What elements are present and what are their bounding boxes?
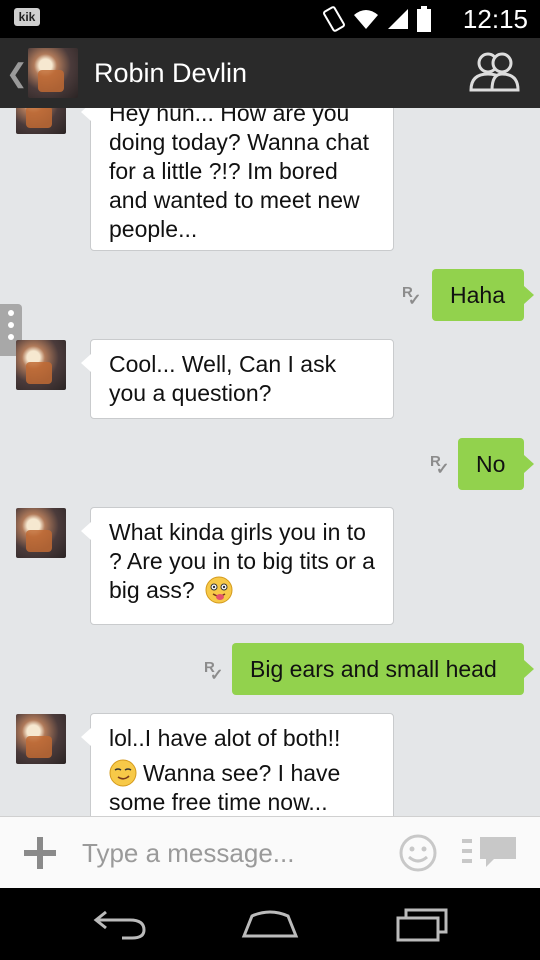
add-attachment-icon[interactable] [22, 835, 58, 871]
message-text: No [476, 451, 506, 477]
contact-avatar[interactable] [16, 714, 66, 764]
smiley-bubbles-icon[interactable] [460, 835, 518, 871]
incoming-message[interactable]: Cool... Well, Can I ask you a question? [81, 339, 394, 419]
contact-name[interactable]: Robin Devlin [94, 58, 247, 89]
smiley-icon[interactable] [398, 833, 438, 873]
message-text: Hey hun... How are you doing today? Wann… [109, 108, 369, 242]
outgoing-message[interactable]: Big ears and small head [232, 643, 534, 695]
message-text-line: some free time now... [109, 789, 328, 815]
tongue-out-face-emoji-icon [205, 576, 233, 604]
status-icons [322, 5, 432, 33]
kik-notification-icon: kik [14, 8, 40, 26]
message-text-line: lol..I have alot of both!! [109, 725, 341, 751]
back-icon[interactable] [92, 906, 148, 942]
message-list[interactable]: Hey hun... How are you doing today? Wann… [0, 108, 540, 816]
message-text: Cool... Well, Can I ask you a question? [109, 351, 337, 406]
home-icon[interactable] [240, 906, 300, 942]
vibrate-icon [323, 6, 345, 32]
contact-avatar[interactable] [16, 340, 66, 390]
message-text: Big ears and small head [250, 656, 497, 682]
message-text-line: Wanna see? I have [143, 760, 341, 786]
contact-avatar[interactable] [16, 108, 66, 134]
incoming-message[interactable]: What kinda girls you in to ? Are you in … [81, 507, 394, 625]
read-receipt-icon: R ✓ [402, 284, 422, 309]
outgoing-message[interactable]: Haha [432, 269, 534, 321]
message-composer [0, 816, 540, 889]
message-input[interactable] [72, 831, 402, 875]
recent-apps-icon[interactable] [394, 906, 450, 942]
status-bar: kik 12:15 [0, 0, 540, 38]
status-time: 12:15 [462, 4, 528, 34]
signal-icon [388, 9, 408, 29]
outgoing-message[interactable]: No [458, 438, 534, 490]
battery-icon [417, 6, 431, 32]
read-receipt-icon: R ✓ [204, 659, 224, 684]
back-chevron-icon[interactable]: ❮ [6, 58, 28, 89]
message-text: What kinda girls you in to ? Are you in … [109, 519, 375, 603]
system-nav-bar [0, 888, 540, 960]
conversation-header: ❮ Robin Devlin [0, 38, 540, 108]
smirk-face-emoji-icon [109, 759, 137, 787]
group-icon[interactable] [468, 52, 520, 92]
wifi-icon [354, 10, 378, 29]
contact-avatar[interactable] [28, 48, 78, 98]
incoming-message[interactable]: lol..I have alot of both!! Wanna see? I … [81, 713, 394, 816]
message-text: Haha [450, 282, 505, 308]
incoming-message[interactable]: Hey hun... How are you doing today? Wann… [81, 108, 394, 251]
read-receipt-icon: R ✓ [430, 453, 450, 478]
contact-avatar[interactable] [16, 508, 66, 558]
